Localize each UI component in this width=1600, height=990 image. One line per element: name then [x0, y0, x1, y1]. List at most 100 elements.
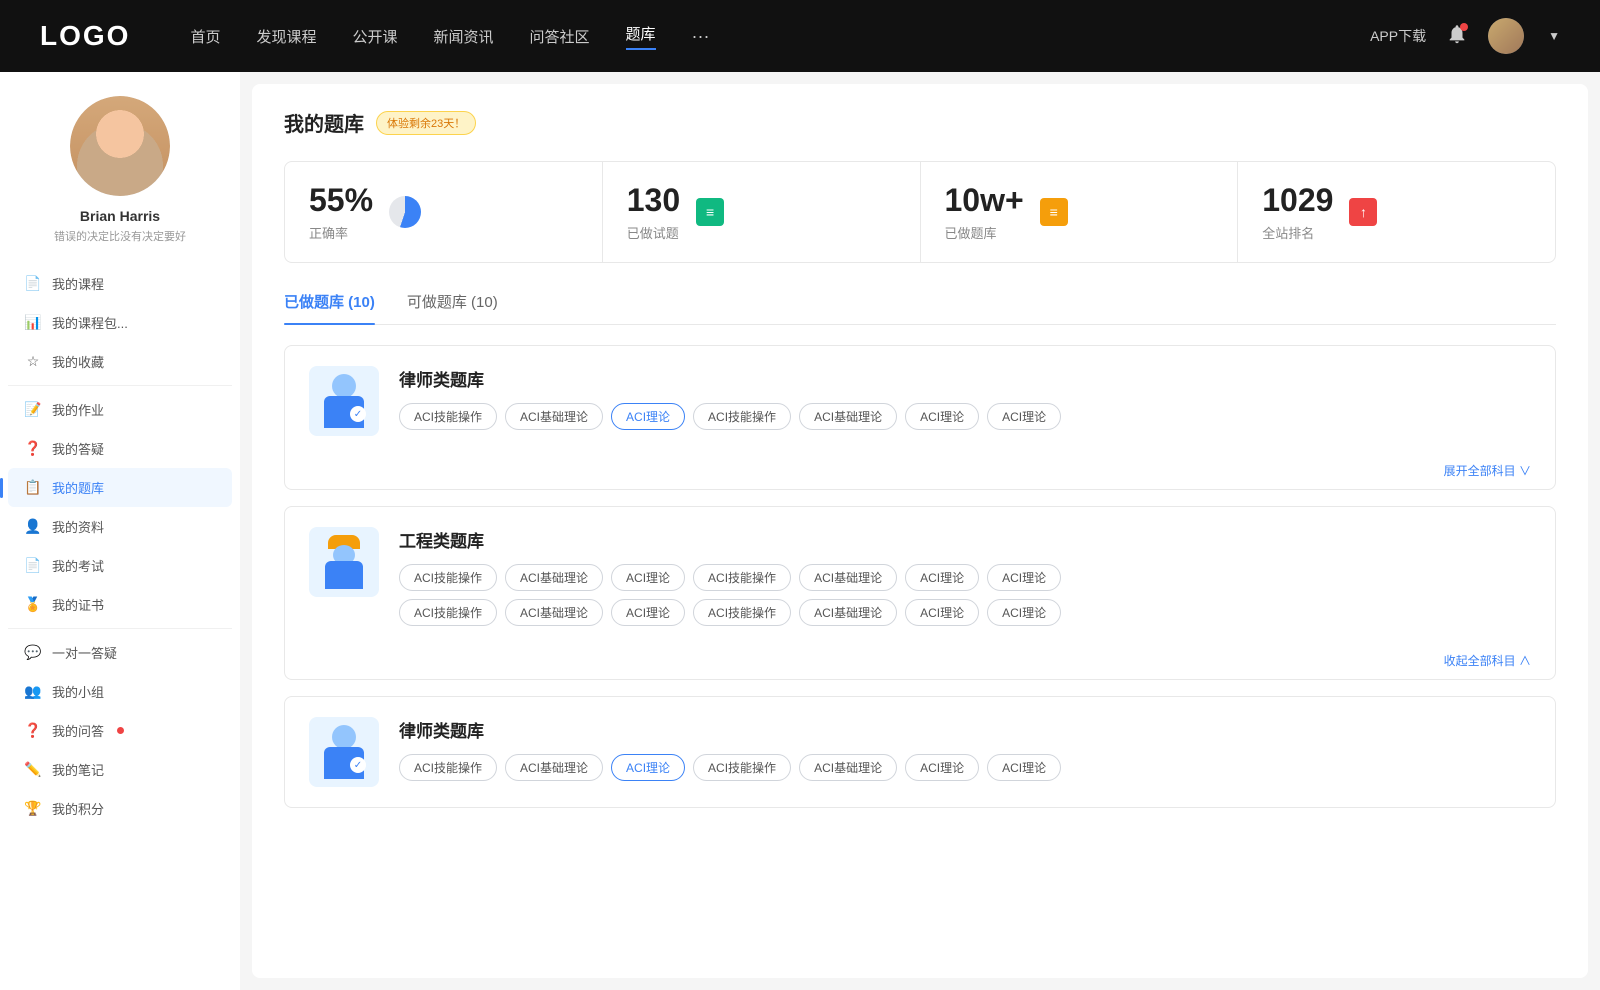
nav-home[interactable]: 首页: [190, 26, 220, 47]
bank-tag-2-1[interactable]: ACI基础理论: [505, 564, 603, 591]
sidebar-item-points[interactable]: 🏆 我的积分: [8, 789, 232, 828]
bank-tags-3: ACI技能操作 ACI基础理论 ACI理论 ACI技能操作 ACI基础理论 AC…: [399, 754, 1531, 781]
bank-tag-1-2[interactable]: ACI理论: [611, 403, 685, 430]
bank-tag-2-r2-3[interactable]: ACI技能操作: [693, 599, 791, 626]
bank-tag-2-0[interactable]: ACI技能操作: [399, 564, 497, 591]
avatar-image: [1488, 18, 1524, 54]
bank-icon-engineer: [309, 527, 379, 597]
sidebar-item-favorites[interactable]: ☆ 我的收藏: [8, 342, 232, 381]
bank-tag-2-2[interactable]: ACI理论: [611, 564, 685, 591]
bank-tag-1-6[interactable]: ACI理论: [987, 403, 1061, 430]
one-on-one-icon: 💬: [24, 644, 42, 661]
bank-tag-1-0[interactable]: ACI技能操作: [399, 403, 497, 430]
bank-icon-lawyer-1: ✓: [309, 366, 379, 436]
bank-tag-2-3[interactable]: ACI技能操作: [693, 564, 791, 591]
nav-question-bank[interactable]: 题库: [626, 23, 656, 50]
sidebar-label-favorites: 我的收藏: [52, 352, 104, 371]
bank-tag-3-5[interactable]: ACI理论: [905, 754, 979, 781]
engineer-figure: [319, 535, 369, 589]
bank-tag-2-r2-5[interactable]: ACI理论: [905, 599, 979, 626]
sidebar-item-profile[interactable]: 👤 我的资料: [8, 507, 232, 546]
group-icon: 👥: [24, 683, 42, 700]
main-nav: 首页 发现课程 公开课 新闻资讯 问答社区 题库 ···: [190, 23, 1370, 50]
stat-accuracy-value: 55%: [309, 182, 373, 219]
lawyer-badge-2: ✓: [350, 757, 366, 773]
sidebar-label-my-course: 我的课程: [52, 274, 104, 293]
bank-footer-2[interactable]: 收起全部科目 ∧: [285, 646, 1555, 679]
tab-available-banks[interactable]: 可做题库 (10): [407, 291, 498, 324]
nav-qa[interactable]: 问答社区: [530, 26, 590, 47]
sidebar-label-profile: 我的资料: [52, 517, 104, 536]
bank-inner-1: ✓ 律师类题库 ACI技能操作 ACI基础理论 ACI理论 ACI技能操作 AC…: [285, 346, 1555, 456]
bank-tag-2-r2-0[interactable]: ACI技能操作: [399, 599, 497, 626]
sidebar-item-homework[interactable]: 📝 我的作业: [8, 390, 232, 429]
nav-open-course[interactable]: 公开课: [352, 26, 397, 47]
bank-tag-1-4[interactable]: ACI基础理论: [799, 403, 897, 430]
bank-tag-3-4[interactable]: ACI基础理论: [799, 754, 897, 781]
sidebar-label-question-bank: 我的题库: [52, 478, 104, 497]
orange-doc-icon: ≡: [1040, 198, 1068, 226]
bank-tag-2-6[interactable]: ACI理论: [987, 564, 1061, 591]
bank-tag-2-r2-2[interactable]: ACI理论: [611, 599, 685, 626]
divider-2: [8, 628, 232, 629]
bank-tag-2-5[interactable]: ACI理论: [905, 564, 979, 591]
sidebar-item-qa[interactable]: ❓ 我的答疑: [8, 429, 232, 468]
bank-tabs: 已做题库 (10) 可做题库 (10): [284, 291, 1556, 325]
bank-tag-3-3[interactable]: ACI技能操作: [693, 754, 791, 781]
sidebar-item-my-course[interactable]: 📄 我的课程: [8, 264, 232, 303]
bank-tag-2-r2-6[interactable]: ACI理论: [987, 599, 1061, 626]
bank-tag-1-1[interactable]: ACI基础理论: [505, 403, 603, 430]
sidebar-item-my-qa[interactable]: ❓ 我的问答: [8, 711, 232, 750]
main-layout: Brian Harris 错误的决定比没有决定要好 📄 我的课程 📊 我的课程包…: [0, 72, 1600, 990]
bank-tag-3-0[interactable]: ACI技能操作: [399, 754, 497, 781]
sidebar-item-course-package[interactable]: 📊 我的课程包...: [8, 303, 232, 342]
stat-ranking: 1029 全站排名 ↑: [1238, 162, 1555, 262]
notes-icon: ✏️: [24, 761, 42, 778]
stat-accuracy-info: 55% 正确率: [309, 182, 373, 242]
stat-banks-label: 已做题库: [945, 223, 1024, 242]
nav-discover[interactable]: 发现课程: [256, 26, 316, 47]
bank-tag-1-5[interactable]: ACI理论: [905, 403, 979, 430]
sidebar-item-one-on-one[interactable]: 💬 一对一答疑: [8, 633, 232, 672]
bank-tag-2-4[interactable]: ACI基础理论: [799, 564, 897, 591]
stat-done-questions: 130 已做试题 ≡: [603, 162, 921, 262]
avatar[interactable]: [1488, 18, 1524, 54]
stat-done-value: 130: [627, 182, 680, 219]
sidebar-item-group[interactable]: 👥 我的小组: [8, 672, 232, 711]
bank-footer-1[interactable]: 展开全部科目 ∨: [285, 456, 1555, 489]
chevron-down-icon[interactable]: ▼: [1548, 29, 1560, 43]
bank-tag-2-r2-4[interactable]: ACI基础理论: [799, 599, 897, 626]
bank-tag-3-1[interactable]: ACI基础理论: [505, 754, 603, 781]
bank-section-engineer: 工程类题库 ACI技能操作 ACI基础理论 ACI理论 ACI技能操作 ACI基…: [284, 506, 1556, 680]
bank-tag-3-2[interactable]: ACI理论: [611, 754, 685, 781]
bank-tags-1: ACI技能操作 ACI基础理论 ACI理论 ACI技能操作 ACI基础理论 AC…: [399, 403, 1531, 430]
stat-accuracy: 55% 正确率: [285, 162, 603, 262]
sidebar-item-exam[interactable]: 📄 我的考试: [8, 546, 232, 585]
nav-more[interactable]: ···: [692, 26, 710, 47]
sidebar-label-certificate: 我的证书: [52, 595, 104, 614]
bank-tag-2-r2-1[interactable]: ACI基础理论: [505, 599, 603, 626]
nav-news[interactable]: 新闻资讯: [434, 26, 494, 47]
sidebar-label-course-package: 我的课程包...: [52, 313, 128, 332]
page-title: 我的题库: [284, 108, 364, 137]
stat-ranking-label: 全站排名: [1262, 223, 1333, 242]
sidebar-item-question-bank[interactable]: 📋 我的题库: [8, 468, 232, 507]
notification-bell[interactable]: [1446, 23, 1468, 50]
bank-tag-1-3[interactable]: ACI技能操作: [693, 403, 791, 430]
stat-done-banks: 10w+ 已做题库 ≡: [921, 162, 1239, 262]
bank-section-lawyer-1: ✓ 律师类题库 ACI技能操作 ACI基础理论 ACI理论 ACI技能操作 AC…: [284, 345, 1556, 490]
sidebar-item-certificate[interactable]: 🏅 我的证书: [8, 585, 232, 624]
tab-done-banks[interactable]: 已做题库 (10): [284, 291, 375, 324]
sidebar-label-my-qa: 我的问答: [52, 721, 104, 740]
doc-icon: ≡: [696, 198, 724, 226]
qa-icon: ❓: [24, 440, 42, 457]
bar-chart-icon: ↑: [1349, 198, 1377, 226]
sidebar-item-notes[interactable]: ✏️ 我的笔记: [8, 750, 232, 789]
sidebar-label-homework: 我的作业: [52, 400, 104, 419]
bank-name-2: 工程类题库: [399, 527, 1531, 552]
lawyer-figure: ✓: [319, 374, 369, 428]
bank-tag-3-6[interactable]: ACI理论: [987, 754, 1061, 781]
app-download-button[interactable]: APP下载: [1370, 26, 1426, 46]
lawyer-head: [332, 374, 356, 398]
lawyer-figure-2: ✓: [319, 725, 369, 779]
